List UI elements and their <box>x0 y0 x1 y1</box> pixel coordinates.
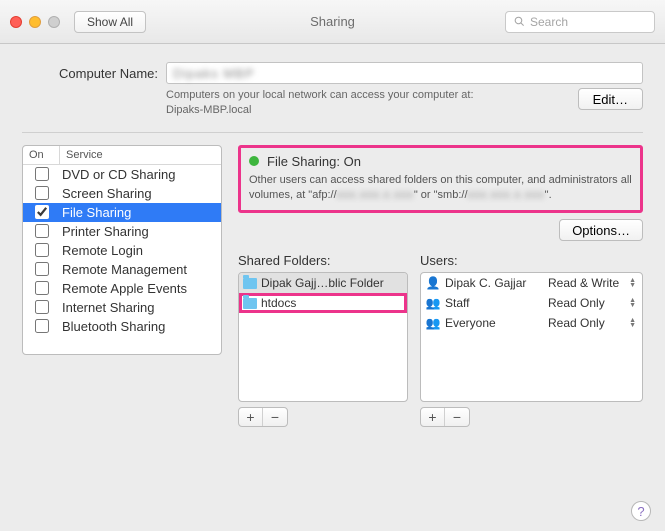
service-checkbox[interactable] <box>35 167 49 181</box>
service-row[interactable]: Screen Sharing <box>23 184 221 203</box>
permission-selector[interactable]: Read & Write ▲▼ <box>548 276 638 290</box>
edit-button[interactable]: Edit… <box>578 88 643 110</box>
user-name: Staff <box>445 296 548 310</box>
computer-name-hint-row: Computers on your local network can acce… <box>22 88 643 118</box>
remove-folder-button[interactable]: − <box>263 408 287 426</box>
service-checkbox[interactable] <box>35 243 49 257</box>
service-checkbox[interactable] <box>35 224 49 238</box>
service-checkbox[interactable] <box>35 186 49 200</box>
user-name: Dipak C. Gajjar <box>445 276 548 290</box>
shared-folders-column: Shared Folders: Dipak Gajj…blic Folder ht… <box>238 253 408 427</box>
titlebar: Show All Sharing Search <box>0 0 665 44</box>
user-icon: 👥 <box>425 316 441 330</box>
status-title: File Sharing: On <box>267 154 361 169</box>
service-label: Bluetooth Sharing <box>60 319 221 334</box>
service-label: Printer Sharing <box>60 224 221 239</box>
service-label: Remote Management <box>60 262 221 277</box>
status-indicator-icon <box>249 156 259 166</box>
search-icon <box>514 16 525 27</box>
service-row[interactable]: Internet Sharing <box>23 298 221 317</box>
computer-name-hint: Computers on your local network can acce… <box>166 88 566 118</box>
folder-row[interactable]: htdocs <box>239 293 407 313</box>
service-label: Remote Login <box>60 243 221 258</box>
user-icon: 👥 <box>425 296 441 310</box>
service-label: DVD or CD Sharing <box>60 167 221 182</box>
services-list[interactable]: On Service DVD or CD Sharing Screen Shari… <box>22 145 222 355</box>
stepper-icon[interactable]: ▲▼ <box>629 318 636 328</box>
service-checkbox[interactable] <box>35 205 49 219</box>
permission-selector[interactable]: Read Only ▲▼ <box>548 316 638 330</box>
folder-name: htdocs <box>261 296 296 310</box>
computer-name-field[interactable]: Dipaks MBP <box>166 62 643 84</box>
computer-name-row: Computer Name: Dipaks MBP <box>22 62 643 84</box>
service-row[interactable]: Remote Login <box>23 241 221 260</box>
service-row[interactable]: Remote Management <box>23 260 221 279</box>
user-row[interactable]: 👤 Dipak C. GajjarRead & Write ▲▼ <box>421 273 642 293</box>
users-list[interactable]: 👤 Dipak C. GajjarRead & Write ▲▼ 👥 StaffRead… <box>420 272 643 402</box>
service-label: File Sharing <box>60 205 221 220</box>
service-row[interactable]: Printer Sharing <box>23 222 221 241</box>
minimize-icon[interactable] <box>29 16 41 28</box>
folder-icon <box>243 278 257 289</box>
user-row[interactable]: 👥 EveryoneRead Only ▲▼ <box>421 313 642 333</box>
status-line: File Sharing: On <box>249 154 632 169</box>
service-label: Internet Sharing <box>60 300 221 315</box>
show-all-button[interactable]: Show All <box>74 11 146 33</box>
add-user-button[interactable]: + <box>421 408 445 426</box>
users-column: Users: 👤 Dipak C. GajjarRead & Write ▲▼ 👥 St… <box>420 253 643 427</box>
service-row[interactable]: Remote Apple Events <box>23 279 221 298</box>
permission-value: Read Only <box>548 296 605 310</box>
users-label: Users: <box>420 253 643 268</box>
separator <box>22 132 643 133</box>
user-icon: 👤 <box>425 276 441 290</box>
computer-name-label: Computer Name: <box>22 66 158 81</box>
help-button[interactable]: ? <box>631 501 651 521</box>
detail-panel: File Sharing: On Other users can access … <box>238 145 643 428</box>
status-box: File Sharing: On Other users can access … <box>238 145 643 214</box>
services-panel: On Service DVD or CD Sharing Screen Shari… <box>22 145 222 428</box>
content: Computer Name: Dipaks MBP Computers on y… <box>0 44 665 445</box>
stepper-icon[interactable]: ▲▼ <box>629 298 636 308</box>
permission-selector[interactable]: Read Only ▲▼ <box>548 296 638 310</box>
service-row[interactable]: Bluetooth Sharing <box>23 317 221 336</box>
permission-value: Read & Write <box>548 276 619 290</box>
shared-folders-list[interactable]: Dipak Gajj…blic Folder htdocs <box>238 272 408 402</box>
shared-folders-label: Shared Folders: <box>238 253 408 268</box>
user-name: Everyone <box>445 316 548 330</box>
user-row[interactable]: 👥 StaffRead Only ▲▼ <box>421 293 642 313</box>
traffic-lights <box>10 16 60 28</box>
stepper-icon[interactable]: ▲▼ <box>629 278 636 288</box>
permission-value: Read Only <box>548 316 605 330</box>
folders-add-remove: + − <box>238 407 288 427</box>
computer-name-value: Dipaks MBP <box>173 66 255 81</box>
service-checkbox[interactable] <box>35 319 49 333</box>
options-button[interactable]: Options… <box>559 219 643 241</box>
zoom-icon[interactable] <box>48 16 60 28</box>
users-add-remove: + − <box>420 407 470 427</box>
search-input[interactable]: Search <box>505 11 655 33</box>
service-label: Remote Apple Events <box>60 281 221 296</box>
service-checkbox[interactable] <box>35 300 49 314</box>
service-checkbox[interactable] <box>35 262 49 276</box>
service-label: Screen Sharing <box>60 186 221 201</box>
service-row[interactable]: File Sharing <box>23 203 221 222</box>
folder-name: Dipak Gajj…blic Folder <box>261 276 384 290</box>
status-description: Other users can access shared folders on… <box>249 173 632 203</box>
close-icon[interactable] <box>10 16 22 28</box>
folder-icon <box>243 298 257 309</box>
add-folder-button[interactable]: + <box>239 408 263 426</box>
service-checkbox[interactable] <box>35 281 49 295</box>
remove-user-button[interactable]: − <box>445 408 469 426</box>
service-row[interactable]: DVD or CD Sharing <box>23 165 221 184</box>
window-title: Sharing <box>310 14 355 29</box>
search-placeholder: Search <box>530 15 568 29</box>
services-header: On Service <box>23 146 221 165</box>
folder-row[interactable]: Dipak Gajj…blic Folder <box>239 273 407 293</box>
